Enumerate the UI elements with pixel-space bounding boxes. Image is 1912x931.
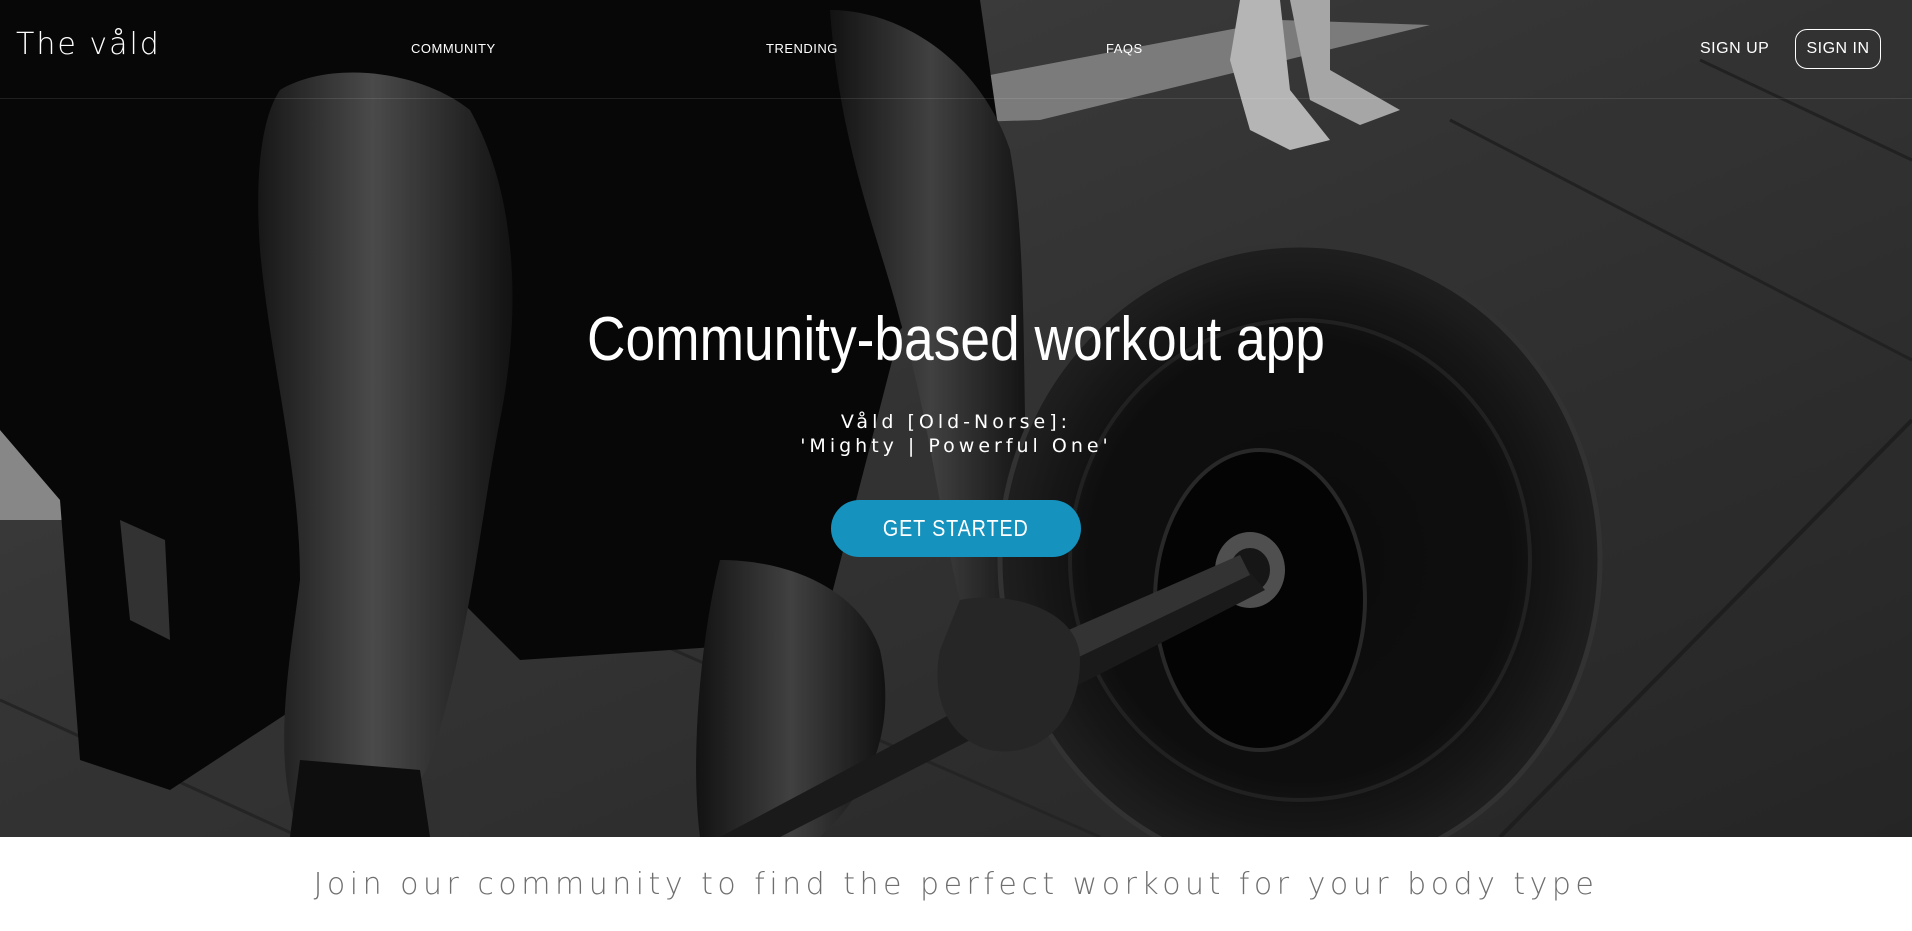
get-started-button[interactable]: GET STARTED (831, 500, 1081, 557)
brand-logo[interactable]: The våld (16, 27, 161, 62)
hero-section: The våld COMMUNITY TRENDING FAQS SIGN UP… (0, 0, 1912, 837)
hero-subtitle-line-2: 'Mighty | Powerful One' (800, 435, 1112, 457)
hero-title: Community-based workout app (587, 305, 1325, 374)
get-started-label: GET STARTED (883, 515, 1029, 541)
nav-link-trending[interactable]: TRENDING (766, 41, 838, 56)
hero-content: Community-based workout app Våld [Old-No… (0, 300, 1912, 557)
sign-up-link[interactable]: SIGN UP (1700, 40, 1769, 58)
tagline-section: Join our community to find the perfect w… (0, 837, 1912, 931)
hero-subtitle: Våld [Old-Norse]: 'Mighty | Powerful One… (0, 410, 1912, 458)
sign-in-button[interactable]: SIGN IN (1795, 29, 1881, 69)
landing-page: The våld COMMUNITY TRENDING FAQS SIGN UP… (0, 0, 1912, 931)
nav-link-community[interactable]: COMMUNITY (411, 41, 496, 56)
hero-subtitle-line-1: Våld [Old-Norse]: (840, 411, 1072, 433)
nav-link-faqs[interactable]: FAQS (1106, 41, 1143, 56)
tagline-text: Join our community to find the perfect w… (313, 867, 1599, 902)
top-navbar: The våld COMMUNITY TRENDING FAQS SIGN UP… (0, 0, 1912, 99)
